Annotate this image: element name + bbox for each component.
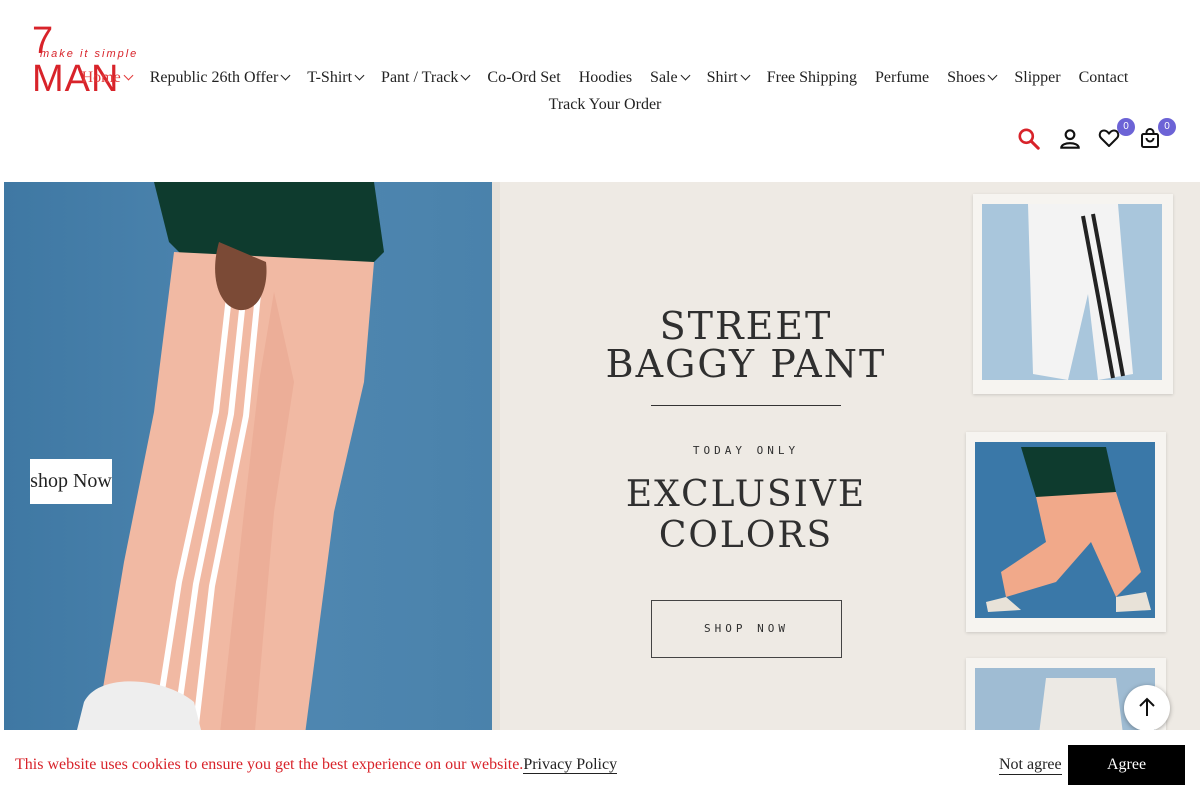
chevron-down-icon bbox=[123, 70, 134, 81]
promo-shop-now-label: SHOP NOW bbox=[651, 600, 842, 658]
chevron-down-icon bbox=[680, 70, 691, 81]
product-photo-peach-pant bbox=[966, 432, 1166, 632]
chevron-down-icon bbox=[460, 70, 471, 81]
chevron-down-icon bbox=[280, 70, 291, 81]
nav-item-label: T-Shirt bbox=[307, 69, 353, 86]
nav-item-slipper[interactable]: Slipper bbox=[1014, 64, 1060, 91]
promo-divider bbox=[651, 405, 841, 406]
nav-item-free-shipping[interactable]: Free Shipping bbox=[767, 64, 857, 91]
nav-item-label: Track Your Order bbox=[548, 96, 662, 113]
agree-button[interactable]: Agree bbox=[1068, 745, 1185, 785]
wishlist-count-badge: 0 bbox=[1117, 118, 1135, 136]
main-nav: Home Republic 26th Offer T-Shirt Pant / Tra… bbox=[0, 64, 1200, 118]
promo-subtitle: TODAY ONLY bbox=[692, 444, 800, 457]
header-icons: 0 0 bbox=[1010, 118, 1190, 156]
nav-item-label: Co-Ord Set bbox=[487, 69, 561, 86]
cookie-banner: This website uses cookies to ensure you … bbox=[0, 730, 1200, 800]
promo-title-line2: BAGGY PANT bbox=[605, 342, 887, 386]
arrow-up-icon bbox=[1139, 697, 1155, 716]
nav-item-home[interactable]: Home bbox=[81, 64, 134, 91]
not-agree-link[interactable]: Not agree bbox=[999, 756, 1062, 775]
nav-item-shirt[interactable]: Shirt bbox=[706, 64, 751, 91]
nav-item-contact[interactable]: Contact bbox=[1079, 64, 1129, 91]
nav-item-label: Slipper bbox=[1014, 69, 1061, 86]
scroll-to-top-button[interactable] bbox=[1124, 685, 1170, 731]
nav-item-label: Perfume bbox=[874, 69, 930, 86]
nav-item-t-shirt[interactable]: T-Shirt bbox=[307, 64, 365, 91]
promo-headline-line1: EXCLUSIVE bbox=[625, 474, 867, 515]
chevron-down-icon bbox=[354, 70, 365, 81]
nav-item-label: Hoodies bbox=[578, 69, 633, 86]
promo-headline-line2: COLORS bbox=[658, 515, 834, 556]
nav-item-shoes[interactable]: Shoes bbox=[947, 64, 998, 91]
site-header: 7 MAN make it simple Home Republic 26th O… bbox=[0, 0, 1200, 182]
nav-item-pant-track[interactable]: Pant / Track bbox=[381, 64, 471, 91]
nav-item-perfume[interactable]: Perfume bbox=[875, 64, 929, 91]
cart-count-badge: 0 bbox=[1158, 118, 1176, 136]
nav-item-label: Sale bbox=[650, 69, 678, 86]
nav-item-republic-26th-offer[interactable]: Republic 26th Offer bbox=[149, 64, 291, 91]
nav-item-label: Contact bbox=[1078, 69, 1129, 86]
nav-item-label: Free Shipping bbox=[766, 69, 857, 86]
nav-item-label: Republic 26th Offer bbox=[149, 69, 279, 86]
product-photo-white-pant bbox=[973, 194, 1173, 394]
nav-item-label: Home bbox=[81, 69, 121, 86]
nav-item-label: Shoes bbox=[947, 69, 986, 86]
cart-icon[interactable]: 0 bbox=[1138, 118, 1176, 152]
chevron-down-icon bbox=[987, 70, 998, 81]
nav-row: Home Republic 26th Offer T-Shirt Pant / Tra… bbox=[0, 64, 1200, 91]
search-icon[interactable] bbox=[1016, 126, 1042, 152]
privacy-policy-link[interactable]: Privacy Policy bbox=[523, 756, 618, 774]
nav-item-label: Shirt bbox=[706, 69, 738, 86]
chevron-down-icon bbox=[740, 70, 751, 81]
nav-item-hoodies[interactable]: Hoodies bbox=[579, 64, 632, 91]
logo[interactable]: 7 MAN make it simple bbox=[32, 22, 140, 98]
nav-item-label: Pant / Track bbox=[381, 69, 459, 86]
nav-item-co-ord-set[interactable]: Co-Ord Set bbox=[487, 64, 560, 91]
nav-item-track-your-order[interactable]: Track Your Order bbox=[549, 91, 662, 118]
nav-item-sale[interactable]: Sale bbox=[650, 64, 691, 91]
hero-banner[interactable]: STREET BAGGY PANT TODAY ONLY EXCLUSIVE C… bbox=[4, 182, 1200, 742]
user-icon[interactable] bbox=[1057, 126, 1083, 152]
logo-tagline: make it simple bbox=[40, 48, 139, 60]
shop-now-button[interactable]: shop Now bbox=[30, 459, 112, 504]
nav-row: Track Your Order bbox=[0, 91, 1200, 118]
wishlist-icon[interactable]: 0 bbox=[1097, 118, 1135, 152]
cookie-message: This website uses cookies to ensure you … bbox=[15, 756, 618, 774]
cookie-message-text: This website uses cookies to ensure you … bbox=[15, 756, 524, 773]
